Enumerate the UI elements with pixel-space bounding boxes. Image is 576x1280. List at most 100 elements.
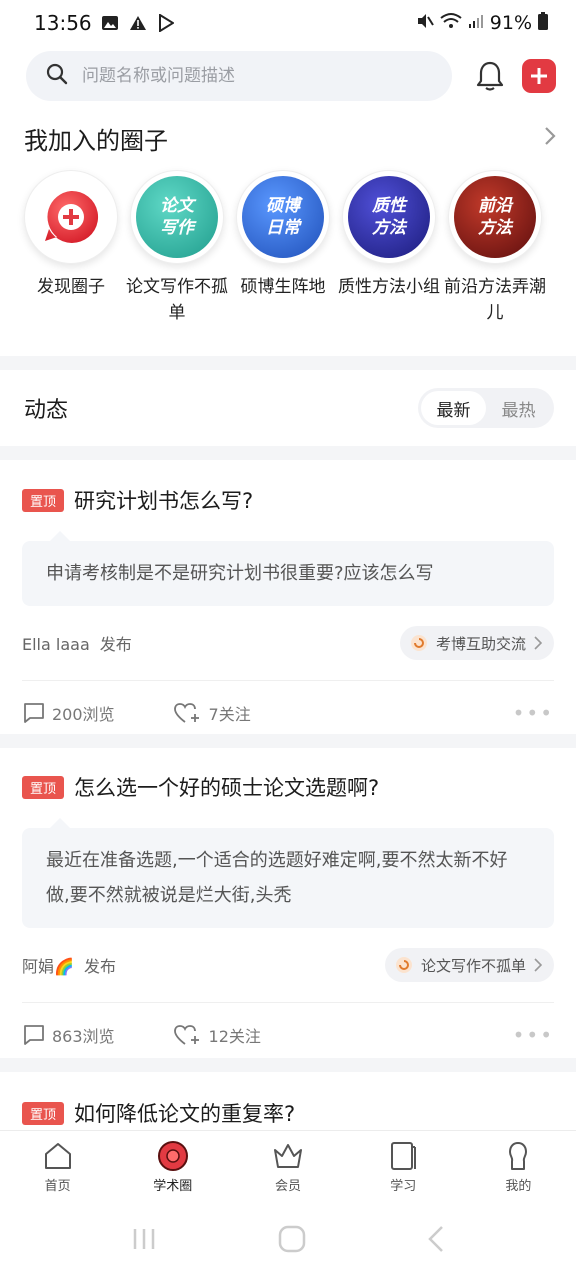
circle-avatar: 论文 写作 xyxy=(130,170,224,264)
circle-avatar-text: 论文 写作 xyxy=(136,176,218,258)
circle-label: 前沿方法弄潮儿 xyxy=(444,277,546,323)
joined-circles-section: 我加入的圈子 发现圈子 论文 写作 论文写作不孤单 硕博 日常 硕博生阵地 质性… xyxy=(0,106,576,356)
post-card[interactable]: 置顶 怎么选一个好的硕士论文选题啊? 最近在准备选题,一个适合的选题好难定啊,要… xyxy=(0,748,576,1058)
book-icon xyxy=(391,1142,417,1170)
feed-header: 动态 最新 最热 xyxy=(0,370,576,446)
tab-label: 我的 xyxy=(505,1179,532,1194)
comment-icon xyxy=(24,703,44,723)
search-bar[interactable] xyxy=(26,51,453,101)
tab-label: 首页 xyxy=(44,1179,71,1194)
bottom-tab-bar: 首页 学术圈 会员 学习 我的 xyxy=(0,1130,576,1202)
signal-icon xyxy=(468,12,484,34)
discover-circle-avatar xyxy=(24,170,118,264)
chevron-right-icon xyxy=(534,636,542,650)
pinned-badge: 置顶 xyxy=(22,775,65,799)
header xyxy=(0,46,576,106)
battery-icon xyxy=(538,11,548,35)
search-icon xyxy=(46,63,68,89)
circle-avatar: 质性 方法 xyxy=(342,170,436,264)
heart-plus-icon xyxy=(173,703,199,723)
crown-icon xyxy=(274,1144,302,1168)
circle-avatar-text: 前沿 方法 xyxy=(454,176,536,258)
circle-label: 发现圈子 xyxy=(37,277,105,297)
circle-avatar: 前沿 方法 xyxy=(448,170,542,264)
circle-avatar: 硕博 日常 xyxy=(236,170,330,264)
tab-study[interactable]: 学习 xyxy=(346,1131,461,1202)
tab-profile[interactable]: 我的 xyxy=(461,1131,576,1202)
plus-icon xyxy=(531,68,548,84)
sort-hottest-button[interactable]: 最热 xyxy=(486,391,551,425)
battery-text: 91% xyxy=(489,12,532,34)
circle-tag-label: 考博互助交流 xyxy=(435,634,526,653)
circle-avatar-text: 质性 方法 xyxy=(348,176,430,258)
post-description[interactable]: 申请考核制是不是研究计划书很重要?应该怎么写 xyxy=(22,531,554,606)
views-stat: 200浏览 xyxy=(22,701,115,725)
play-store-icon xyxy=(156,13,176,33)
circle-avatar-text: 硕博 日常 xyxy=(242,176,324,258)
post-author[interactable]: 阿娟🌈 发布 xyxy=(22,953,116,977)
author-verb: 发布 xyxy=(99,635,132,654)
pinned-badge: 置顶 xyxy=(22,488,65,512)
chevron-right-icon[interactable] xyxy=(544,126,556,150)
views-count: 200浏览 xyxy=(52,705,115,724)
circle-label: 硕博生阵地 xyxy=(240,277,326,297)
warning-icon xyxy=(128,13,148,33)
sort-latest-button[interactable]: 最新 xyxy=(421,391,486,425)
circle-item-thesis-writing[interactable]: 论文 写作 论文写作不孤单 xyxy=(124,170,230,326)
add-post-button[interactable] xyxy=(522,59,556,93)
follow-stat[interactable]: 12关注 xyxy=(173,1023,261,1047)
views-count: 863浏览 xyxy=(52,1027,115,1046)
tab-home[interactable]: 首页 xyxy=(0,1131,115,1202)
circle-tag[interactable]: 考博互助交流 xyxy=(399,626,554,660)
more-options-icon[interactable]: ••• xyxy=(513,1023,554,1047)
system-nav-bar xyxy=(0,1202,576,1280)
home-icon xyxy=(44,1143,71,1169)
author-name: 阿娟🌈 xyxy=(22,957,74,976)
home-nav-icon[interactable] xyxy=(278,1225,306,1257)
circle-tag-icon xyxy=(410,635,427,651)
post-title[interactable]: 研究计划书怎么写? xyxy=(74,485,253,515)
notification-bell-icon[interactable] xyxy=(472,58,508,94)
circle-item-frontier[interactable]: 前沿 方法 前沿方法弄潮儿 xyxy=(442,170,548,326)
sort-toggle: 最新 最热 xyxy=(418,388,554,428)
post-title[interactable]: 怎么选一个好的硕士论文选题啊? xyxy=(74,772,379,802)
comment-icon xyxy=(24,1025,44,1045)
wifi-icon xyxy=(440,12,462,35)
author-verb: 发布 xyxy=(83,957,116,976)
search-input[interactable] xyxy=(82,66,402,86)
section-title: 我加入的圈子 xyxy=(24,126,168,155)
profile-icon xyxy=(509,1142,528,1170)
status-bar: 13:56 91% xyxy=(0,0,576,46)
feed-title: 动态 xyxy=(24,398,69,423)
post-card[interactable]: 置顶 研究计划书怎么写? 申请考核制是不是研究计划书很重要?应该怎么写 Ella… xyxy=(0,460,576,734)
circle-label: 质性方法小组 xyxy=(338,277,440,297)
chevron-right-icon xyxy=(534,958,542,972)
tab-label: 学术圈 xyxy=(153,1179,193,1194)
tab-label: 学习 xyxy=(390,1179,417,1194)
back-icon[interactable] xyxy=(426,1225,446,1257)
follow-count: 7关注 xyxy=(208,705,251,724)
post-description[interactable]: 最近在准备选题,一个适合的选题好难定啊,要不然太新不好做,要不然就被说是烂大街,… xyxy=(22,818,554,928)
more-options-icon[interactable]: ••• xyxy=(513,701,554,725)
circle-item-grad-base[interactable]: 硕博 日常 硕博生阵地 xyxy=(230,170,336,326)
post-title[interactable]: 如何降低论文的重复率? xyxy=(74,1098,295,1128)
recent-apps-icon[interactable] xyxy=(130,1227,158,1255)
academic-circle-icon xyxy=(157,1141,188,1171)
circle-tag[interactable]: 论文写作不孤单 xyxy=(384,948,554,982)
follow-stat[interactable]: 7关注 xyxy=(173,701,251,725)
author-name: Ella laaa xyxy=(22,635,90,654)
circle-tag-icon xyxy=(395,957,412,973)
gallery-icon xyxy=(100,13,120,33)
follow-count: 12关注 xyxy=(208,1027,261,1046)
views-stat: 863浏览 xyxy=(22,1023,115,1047)
post-author[interactable]: Ella laaa 发布 xyxy=(22,631,132,655)
post-card[interactable]: 置顶 如何降低论文的重复率? xyxy=(0,1072,576,1130)
pinned-badge: 置顶 xyxy=(22,1101,65,1125)
circle-item-discover[interactable]: 发现圈子 xyxy=(18,170,124,326)
circle-item-qualitative[interactable]: 质性 方法 质性方法小组 xyxy=(336,170,442,326)
circle-tag-label: 论文写作不孤单 xyxy=(420,956,526,975)
status-time: 13:56 xyxy=(34,11,92,35)
circle-label: 论文写作不孤单 xyxy=(126,277,228,323)
tab-academic-circle[interactable]: 学术圈 xyxy=(115,1131,230,1202)
tab-membership[interactable]: 会员 xyxy=(230,1131,345,1202)
